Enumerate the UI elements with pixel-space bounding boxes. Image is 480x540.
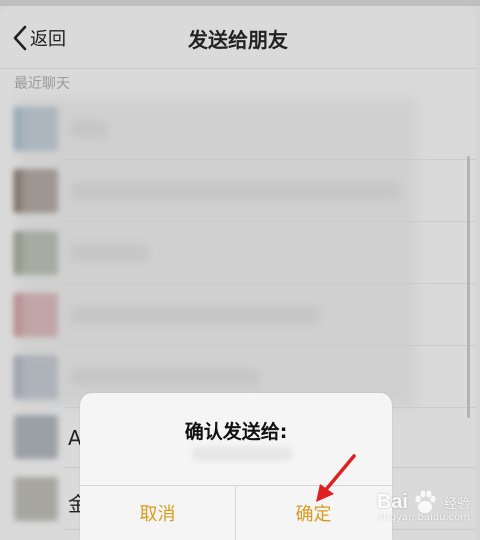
avatar — [14, 415, 58, 459]
page-title: 发送给朋友 — [188, 28, 288, 52]
dialog-title: 确认发送给: — [184, 421, 288, 443]
avatar — [14, 477, 58, 521]
watermark-url: jingyan.baidu.com — [377, 512, 470, 523]
nav-header: 返回 发送给朋友 — [0, 6, 476, 69]
scrollbar[interactable] — [467, 156, 470, 418]
watermark-jingyan: 经验 — [443, 496, 470, 512]
baidu-watermark: Bai 经验 jingyan.baidu.com — [377, 480, 470, 524]
watermark-brand: Bai — [376, 490, 408, 513]
section-label-recent: 最近聊天 — [14, 76, 70, 92]
blur-overlay — [18, 98, 416, 408]
cancel-button[interactable]: 取消 — [80, 486, 235, 540]
red-arrow-annotation — [316, 454, 356, 502]
dialog-recipient-blur — [192, 447, 292, 461]
